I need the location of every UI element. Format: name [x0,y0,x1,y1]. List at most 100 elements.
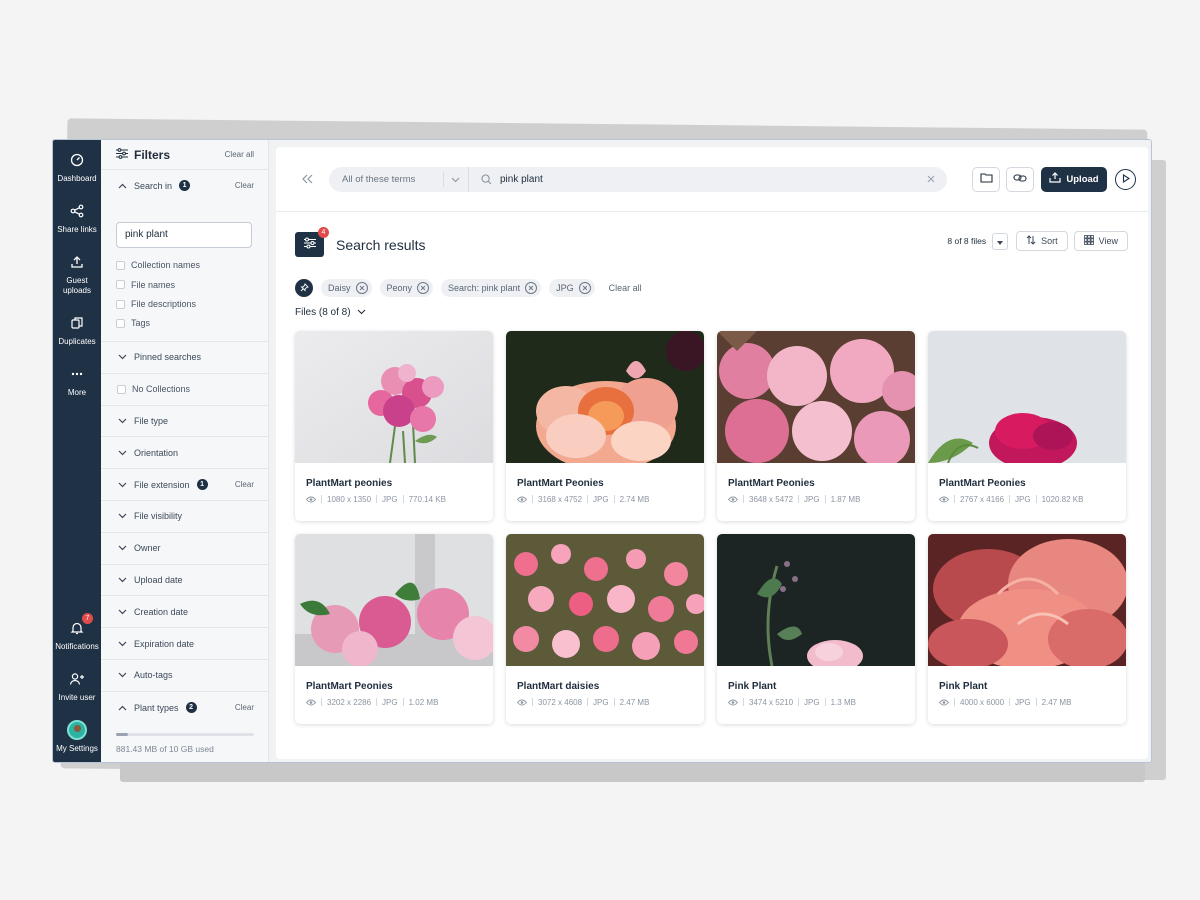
results-header: 4 Search results [295,227,425,257]
file-size: 1.3 MB [830,697,856,707]
file-type: JPG [1015,697,1031,707]
filter-file-type[interactable]: File type [101,406,268,438]
slideshow-button[interactable] [1115,168,1136,190]
file-card[interactable]: PlantMart peonies 1080 x 1350 JPG 770.14 K… [295,331,493,521]
file-meta: 3072 x 4608 JPG 2.47 MB [506,692,704,707]
search-icon [481,173,493,185]
chip-label: JPG [556,283,574,293]
filter-owner[interactable]: Owner [101,533,268,565]
filter-clear[interactable]: Clear [235,480,254,489]
rail-item-notifications[interactable]: 7 Notifications [53,613,101,652]
filters-toggle-button[interactable]: 4 [295,227,329,257]
checkbox-file-names[interactable]: File names [116,275,253,294]
filter-auto-tags[interactable]: Auto-tags [101,660,268,692]
remove-chip-icon[interactable] [578,282,591,294]
clear-search-icon[interactable] [925,173,937,185]
eye-icon[interactable] [517,494,527,504]
rail-item-share-links[interactable]: Share links [53,201,101,235]
checkbox-tags[interactable]: Tags [116,314,253,333]
storage-usage: 881.43 MB of 10 GB used [116,733,254,754]
remove-chip-icon[interactable] [525,282,538,294]
main-area: All of these terms pink plant Upload 4 S… [269,140,1151,762]
file-type: JPG [382,697,398,707]
filter-expiration-date[interactable]: Expiration date [101,628,268,660]
filter-chip[interactable]: Peony [379,279,434,297]
filters-header: Filters Clear all [101,140,268,170]
avatar [67,720,87,740]
file-type: JPG [804,697,820,707]
upload-button[interactable]: Upload [1041,166,1107,192]
filter-upload-date[interactable]: Upload date [101,565,268,597]
filter-plant-types[interactable]: Plant types 2 Clear [101,692,268,724]
chevron-down-icon [117,352,127,362]
filter-label: Expiration date [134,638,195,649]
filter-pinned-searches[interactable]: Pinned searches [101,342,268,374]
remove-chip-icon[interactable] [355,282,368,294]
filter-chip[interactable]: Search: pink plant [441,279,542,297]
eye-icon[interactable] [306,494,316,504]
remove-chip-icon[interactable] [417,282,430,294]
collapse-sidebar-icon[interactable] [300,171,316,187]
filter-file-visibility[interactable]: File visibility [101,501,268,533]
filter-chip[interactable]: Daisy [321,279,372,297]
eye-icon[interactable] [517,697,527,707]
file-thumbnail [506,534,704,666]
filter-label: File visibility [134,511,183,522]
eye-icon[interactable] [728,697,738,707]
file-dimensions: 3474 x 5210 [749,697,794,707]
match-mode-select[interactable]: All of these terms [329,166,469,192]
view-button[interactable]: View [1073,231,1128,251]
rail-item-more[interactable]: More [53,364,101,398]
rail-item-my-settings[interactable]: My Settings [53,720,101,754]
eye-icon[interactable] [939,697,949,707]
app-window: Dashboard Share links Guest uploads Dupl… [52,139,1152,763]
file-card[interactable]: PlantMart daisies 3072 x 4608 JPG 2.47 MB [506,534,704,724]
filter-creation-date[interactable]: Creation date [101,596,268,629]
file-dimensions: 4000 x 6000 [960,697,1005,707]
files-section-toggle[interactable]: Files (8 of 8) [295,307,366,318]
folder-button[interactable] [972,166,1000,192]
sliders-icon [116,147,128,162]
checkbox-file-descriptions[interactable]: File descriptions [116,294,253,313]
file-card[interactable]: PlantMart Peonies 2767 x 4166 JPG 1020.82 … [928,331,1126,521]
search-in-input[interactable] [116,221,252,248]
sort-button[interactable]: Sort [1016,231,1068,251]
filter-clear[interactable]: Clear [235,181,254,190]
filter-orientation[interactable]: Orientation [101,437,268,470]
eye-icon[interactable] [306,697,316,707]
eye-icon[interactable] [728,494,738,504]
file-card[interactable]: Pink Plant 4000 x 6000 JPG 2.47 MB [928,534,1126,724]
link-button[interactable] [1006,166,1034,192]
pin-search-button[interactable] [295,279,313,297]
bell-icon: 7 [67,613,93,638]
file-card[interactable]: PlantMart Peonies 3202 x 2286 JPG 1.02 MB [295,534,493,724]
eye-icon[interactable] [939,494,949,504]
rail-item-guest-uploads[interactable]: Guest uploads [53,252,101,296]
file-card[interactable]: Pink Plant 3474 x 5210 JPG 1.3 MB [717,534,915,724]
file-size: 2.47 MB [1041,697,1072,707]
checkbox-no-collections[interactable]: No Collections [101,374,268,406]
file-dimensions: 2767 x 4166 [960,494,1005,504]
rail-item-invite-user[interactable]: Invite user [53,669,101,703]
file-thumbnail [928,331,1126,463]
clear-all-chips[interactable]: Clear all [609,283,642,293]
search-input[interactable] [493,173,925,185]
checkbox-collection-names[interactable]: Collection names [116,256,253,275]
filter-search-in[interactable]: Search in 1 Clear [101,170,268,202]
filter-clear[interactable]: Clear [235,703,254,712]
filter-label: Plant types [134,702,179,713]
file-name: PlantMart Peonies [939,478,1026,489]
filters-clear-all[interactable]: Clear all [225,150,254,159]
rail-item-dashboard[interactable]: Dashboard [53,150,101,184]
file-card[interactable]: PlantMart Peonies 3168 x 4752 JPG 2.74 MB [506,331,704,521]
count-dropdown[interactable] [992,232,1009,250]
rail-item-duplicates[interactable]: Duplicates [53,313,101,347]
file-thumbnail [295,534,493,666]
file-meta: 3474 x 5210 JPG 1.3 MB [717,692,915,707]
file-thumbnail [295,331,493,463]
filter-file-extension[interactable]: File extension 1 Clear [101,469,268,501]
filter-chip[interactable]: JPG [549,279,595,297]
file-card[interactable]: PlantMart Peonies 3648 x 5472 JPG 1.87 MB [717,331,915,521]
file-type: JPG [382,494,398,504]
rail-label: Duplicates [58,337,96,346]
